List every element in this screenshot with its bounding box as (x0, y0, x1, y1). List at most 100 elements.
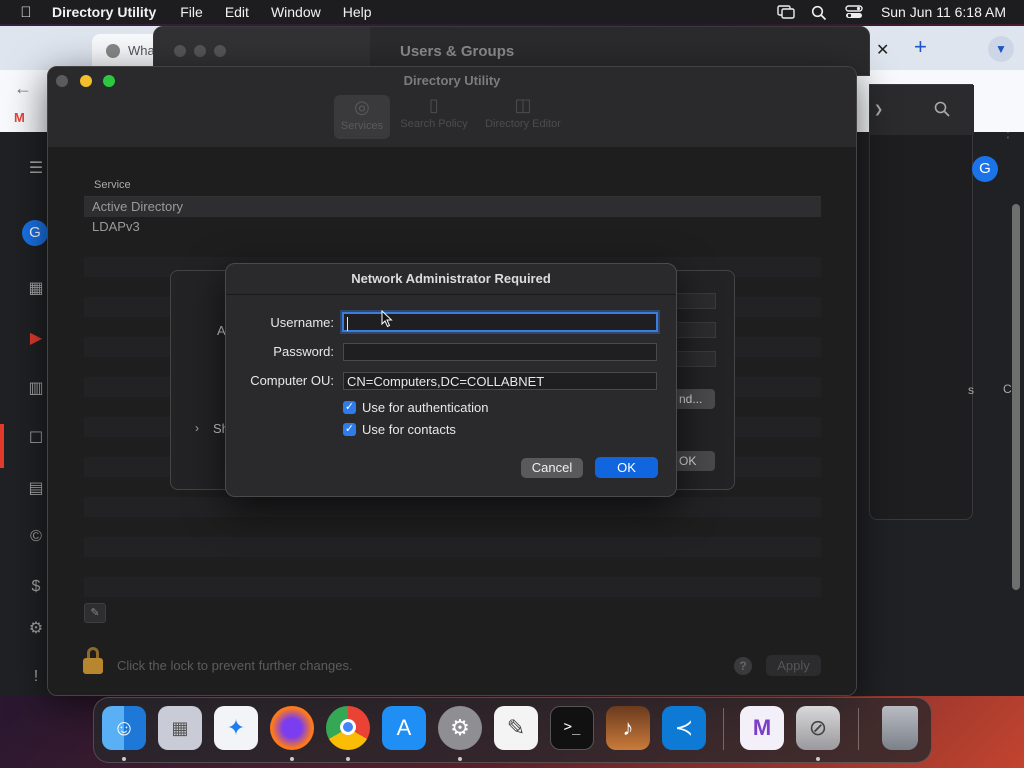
ok-button[interactable]: OK (595, 457, 658, 478)
password-input[interactable] (343, 343, 657, 361)
sheet-field-3[interactable] (676, 351, 716, 367)
control-center-icon[interactable] (845, 5, 863, 19)
spotlight-search-icon[interactable] (811, 5, 829, 21)
avatar[interactable]: G (22, 220, 48, 246)
use-for-contacts-row[interactable]: ✓ Use for contacts (343, 422, 456, 437)
search-icon[interactable] (934, 101, 950, 122)
system-settings-icon[interactable]: ⚙ (438, 706, 482, 750)
dock-running-indicator (346, 757, 350, 761)
services-tab[interactable]: ◎ Services (334, 95, 390, 139)
safari-icon[interactable]: ✦ (214, 706, 258, 750)
window-titlebar: Directory Utility ◎ Services ▯ Search Po… (48, 67, 856, 147)
directory-editor-tab-label: Directory Editor (485, 118, 561, 130)
visual-studio-icon[interactable]: M (740, 706, 784, 750)
copyright-icon[interactable]: © (26, 528, 46, 548)
bind-button[interactable]: nd... (671, 389, 715, 409)
use-for-authentication-label: Use for authentication (362, 400, 489, 415)
edit-pencil-button[interactable]: ✎ (84, 603, 106, 623)
sheet-field-2[interactable] (676, 322, 716, 338)
menu-edit[interactable]: Edit (225, 4, 249, 20)
trash-icon[interactable] (882, 706, 918, 750)
dock-running-indicator (122, 757, 126, 761)
users-window-title: Users & Groups (400, 43, 515, 60)
directory-editor-icon: ◫ (514, 95, 532, 115)
close-tab-icon[interactable]: ✕ (876, 40, 889, 60)
apple-menu-icon[interactable]:  (0, 4, 52, 21)
directory-utility-icon[interactable]: ⊘ (796, 706, 840, 750)
use-for-contacts-label: Use for contacts (362, 422, 456, 437)
sheet-field-1[interactable] (676, 293, 716, 309)
menu-clock[interactable]: Sun Jun 11 6:18 AM (881, 4, 1006, 20)
menu-help[interactable]: Help (343, 4, 372, 20)
hamburger-menu-icon[interactable]: ☰ (26, 158, 46, 178)
feedback-icon[interactable]: ! (26, 668, 46, 688)
menu-file[interactable]: File (180, 4, 203, 20)
username-label: Username: (270, 315, 334, 330)
dock-separator (723, 708, 724, 750)
settings-gear-icon[interactable]: ⚙ (26, 618, 46, 638)
background-text-c: C (1003, 382, 1012, 396)
menu-window[interactable]: Window (271, 4, 321, 20)
lock-hint-text: Click the lock to prevent further change… (117, 658, 353, 673)
use-for-authentication-checkbox[interactable]: ✓ (343, 401, 356, 414)
back-arrow-icon[interactable]: ← (14, 78, 32, 99)
tab-favicon-icon (106, 44, 120, 58)
background-panel-header (870, 85, 974, 135)
scrollbar[interactable] (1012, 204, 1020, 590)
mouse-pointer-icon (381, 310, 393, 328)
users-window-traffic-lights (174, 45, 234, 60)
sheet-ok-button[interactable]: OK (671, 451, 715, 471)
table-header-service[interactable]: Service (84, 175, 821, 197)
earn-icon[interactable]: $ (26, 578, 46, 598)
computer-ou-input[interactable] (343, 372, 657, 390)
vscode-icon[interactable]: ≺ (662, 706, 706, 750)
apply-button[interactable]: Apply (766, 655, 821, 676)
use-for-authentication-row[interactable]: ✓ Use for authentication (343, 400, 488, 415)
active-indicator (0, 424, 4, 468)
firefox-icon[interactable] (270, 706, 314, 750)
tab-title: Wha (128, 43, 155, 58)
menu-bar:  Directory Utility File Edit Window Hel… (0, 0, 1024, 24)
screen-mirroring-icon[interactable] (777, 5, 795, 19)
search-policy-tab[interactable]: ▯ Search Policy (398, 95, 470, 130)
dock-running-indicator (458, 757, 462, 761)
lock-icon[interactable] (82, 647, 104, 675)
account-avatar[interactable]: G (972, 156, 998, 182)
services-tab-label: Services (340, 120, 384, 132)
window-title: Directory Utility (403, 73, 501, 88)
comments-icon[interactable]: ☐ (26, 428, 46, 448)
launchpad-icon[interactable]: ▦ (158, 706, 202, 750)
app-store-icon[interactable]: A (382, 706, 426, 750)
new-tab-icon[interactable]: + (914, 34, 927, 60)
content-icon[interactable]: ▶ (26, 328, 46, 348)
browser-tab[interactable]: Wha (92, 34, 162, 68)
help-button[interactable]: ? (734, 657, 752, 675)
use-for-contacts-checkbox[interactable]: ✓ (343, 423, 356, 436)
text-caret (347, 317, 348, 331)
finder-icon[interactable]: ☺ (102, 706, 146, 750)
table-row-ldapv3[interactable]: LDAPv3 (84, 217, 821, 237)
garageband-icon[interactable]: ♪ (606, 706, 650, 750)
tab-search-chevron-icon[interactable]: ▼ (988, 36, 1014, 62)
dock-running-indicator (290, 757, 294, 761)
terminal-icon[interactable]: >_ (550, 706, 594, 750)
dock-running-indicator (816, 757, 820, 761)
dock-separator (858, 708, 859, 750)
cancel-button[interactable]: Cancel (521, 458, 583, 478)
chevron-down-icon[interactable]: ❯ (874, 103, 883, 116)
dock: ☺ ▦ ✦ A ⚙ ✎ >_ ♪ ≺ M ⊘ (93, 697, 932, 763)
subtitles-icon[interactable]: ▤ (26, 478, 46, 498)
services-icon: ◎ (354, 97, 370, 117)
textedit-icon[interactable]: ✎ (494, 706, 538, 750)
pencil-icon: ✎ (90, 607, 100, 619)
dialog-divider (226, 294, 676, 295)
directory-editor-tab[interactable]: ◫ Directory Editor (480, 95, 566, 130)
dashboard-icon[interactable]: ▦ (26, 278, 46, 298)
menu-app-name[interactable]: Directory Utility (52, 4, 156, 20)
chrome-icon[interactable] (326, 706, 370, 750)
network-admin-dialog: Network Administrator Required Username:… (225, 263, 677, 497)
gmail-bookmark-icon[interactable]: M (14, 110, 25, 125)
table-row-active-directory[interactable]: Active Directory (84, 197, 821, 217)
analytics-icon[interactable]: ▥ (26, 378, 46, 398)
disclosure-chevron-icon[interactable]: › (195, 421, 199, 435)
